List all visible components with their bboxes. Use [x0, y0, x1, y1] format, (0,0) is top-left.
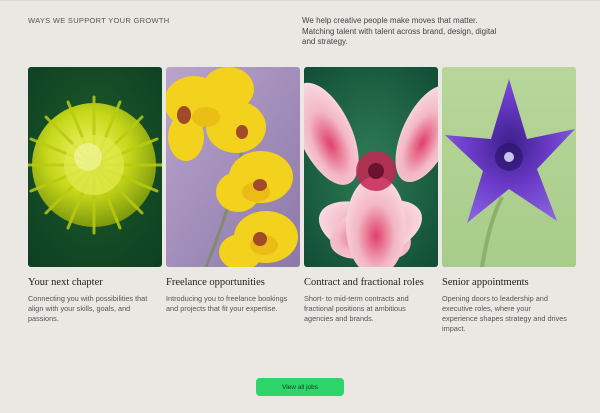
card-description: Opening doors to leadership and executiv… — [442, 294, 567, 333]
card-senior[interactable]: Senior appointments Opening doors to lea… — [442, 67, 576, 334]
intro-text: We help creative people make moves that … — [302, 16, 497, 46]
card-title: Your next chapter — [28, 277, 103, 288]
service-cards: Your next chapter Connecting you with po… — [28, 67, 576, 334]
card-title: Senior appointments — [442, 277, 529, 288]
lily-image — [304, 67, 438, 267]
card-description: Connecting you with possibilities that a… — [28, 294, 148, 323]
card-next-chapter[interactable]: Your next chapter Connecting you with po… — [28, 67, 162, 334]
card-contract[interactable]: Contract and fractional roles Short- to … — [304, 67, 438, 334]
orchid-image — [166, 67, 300, 267]
view-all-jobs-button[interactable]: View all jobs — [256, 378, 344, 396]
card-freelance[interactable]: Freelance opportunities Introducing you … — [166, 67, 300, 334]
card-description: Introducing you to freelance bookings an… — [166, 294, 288, 313]
top-divider — [0, 0, 600, 1]
section-label: WAYS WE SUPPORT YOUR GROWTH — [28, 16, 170, 25]
chrysanthemum-image — [28, 67, 162, 267]
card-title: Freelance opportunities — [166, 277, 265, 288]
card-description: Short- to mid-term contracts and fractio… — [304, 294, 409, 323]
bellflower-image — [442, 67, 576, 267]
card-title: Contract and fractional roles — [304, 277, 424, 288]
